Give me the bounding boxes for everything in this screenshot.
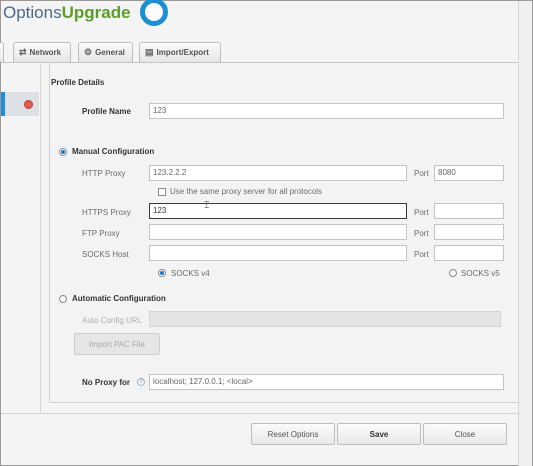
section-title: Profile Details — [51, 78, 105, 87]
socks-v5-radio[interactable] — [449, 269, 457, 277]
network-icon: ⇄ — [19, 47, 27, 57]
manual-config-radio[interactable] — [59, 148, 67, 156]
tab-hidden-left[interactable] — [0, 42, 4, 62]
logo-ring-icon — [140, 0, 168, 26]
socks-port-input[interactable] — [434, 245, 504, 261]
gear-icon: ⚙ — [84, 47, 93, 57]
http-proxy-input[interactable]: 123.2.2.2 — [149, 165, 407, 181]
automatic-config-label: Automatic Configuration — [72, 294, 166, 303]
window-scroll-edge — [518, 1, 532, 466]
profile-name-label: Profile Name — [82, 107, 131, 116]
http-port-input[interactable]: 8080 — [434, 165, 504, 181]
import-pac-button[interactable]: Import PAC File — [74, 333, 160, 355]
https-port-input[interactable] — [434, 203, 504, 219]
tab-network-label: Network — [29, 48, 62, 57]
socks-v5-label: SOCKS v5 — [461, 269, 500, 278]
ftp-port-input[interactable] — [434, 224, 504, 240]
ftp-proxy-input[interactable] — [149, 224, 407, 240]
ftp-proxy-label: FTP Proxy — [82, 229, 120, 238]
app-logo: OptionsUpgrade — [3, 0, 131, 27]
http-proxy-label: HTTP Proxy — [82, 169, 126, 178]
reset-options-button[interactable]: Reset Options — [251, 423, 335, 445]
socks-host-input[interactable] — [149, 245, 407, 261]
manual-config-label: Manual Configuration — [72, 147, 155, 156]
https-proxy-label: HTTPS Proxy — [82, 208, 131, 217]
socks-v4-label: SOCKS v4 — [171, 269, 210, 278]
same-proxy-checkbox[interactable] — [158, 188, 166, 196]
same-proxy-label: Use the same proxy server for all protoc… — [170, 187, 323, 196]
mouse-cursor-icon: ⌶ — [204, 200, 210, 210]
tab-import-export-label: Import/Export — [156, 48, 209, 57]
https-proxy-input[interactable]: 123 — [149, 203, 407, 219]
https-port-label: Port — [414, 208, 429, 217]
options-window: OptionsUpgrade ⇄ Network ⚙ General ▤ Imp… — [0, 0, 533, 466]
footer-divider — [1, 413, 520, 414]
profile-name-input[interactable]: 123 — [149, 103, 504, 119]
import-export-icon: ▤ — [145, 47, 154, 57]
socks-v4-radio[interactable] — [158, 269, 166, 277]
sidebar-item-selected-profile[interactable] — [1, 92, 39, 116]
logo-text-upgrade: Upgrade — [61, 3, 131, 22]
auto-config-url-input[interactable] — [149, 311, 501, 327]
http-port-label: Port — [414, 169, 429, 178]
tab-general[interactable]: ⚙ General — [78, 42, 133, 62]
help-icon[interactable]: ? — [137, 378, 145, 386]
remove-profile-icon[interactable] — [24, 100, 33, 109]
ftp-port-label: Port — [414, 229, 429, 238]
socks-port-label: Port — [414, 250, 429, 259]
no-proxy-label: No Proxy for — [82, 378, 131, 387]
automatic-config-radio[interactable] — [59, 295, 67, 303]
close-button[interactable]: Close — [423, 423, 507, 445]
tab-general-label: General — [95, 48, 125, 57]
logo-text-options: Options — [3, 3, 62, 22]
tab-import-export[interactable]: ▤ Import/Export — [139, 42, 221, 62]
no-proxy-input[interactable]: localhost; 127.0.0.1; <local> — [149, 374, 504, 390]
tab-network[interactable]: ⇄ Network — [13, 42, 71, 62]
auto-config-url-label: Auto Config URL — [82, 316, 143, 325]
socks-host-label: SOCKS Host — [82, 250, 129, 259]
save-button[interactable]: Save — [337, 423, 421, 445]
